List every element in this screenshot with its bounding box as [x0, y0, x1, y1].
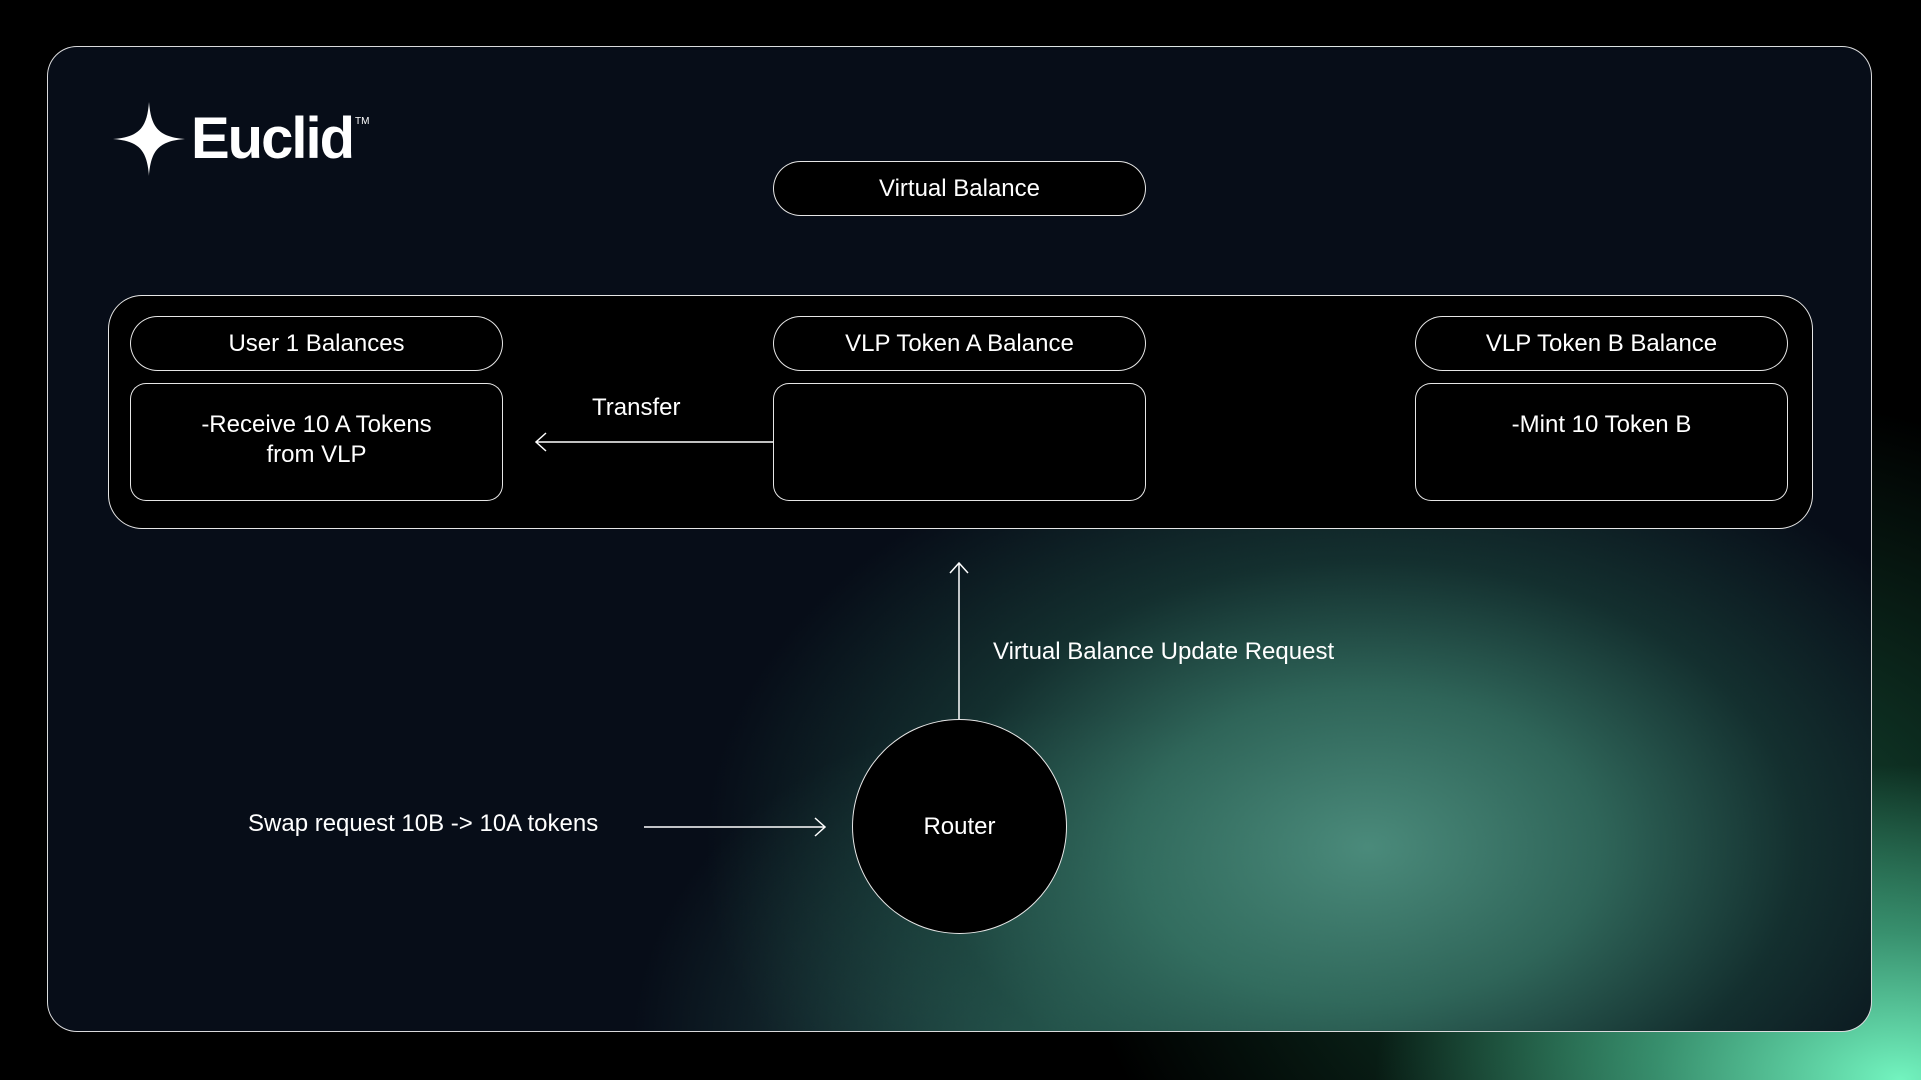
transfer-label: Transfer: [592, 394, 681, 421]
vlp-token-b-balance-header-text: VLP Token B Balance: [1485, 329, 1718, 357]
router-node: Router: [852, 719, 1067, 934]
user-1-balances-box: -Receive 10 A Tokens from VLP: [130, 383, 503, 501]
virtual-balance-title-text: Virtual Balance: [879, 174, 1040, 202]
vlp-token-a-balance-header: VLP Token A Balance: [773, 316, 1146, 371]
update-request-label: Virtual Balance Update Request: [993, 638, 1335, 665]
user-1-balances-line-1: -Receive 10 A Tokens: [201, 411, 432, 438]
vlp-token-b-balance-header: VLP Token B Balance: [1415, 316, 1788, 371]
vlp-token-b-balance-line-1: -Mint 10 Token B: [1511, 411, 1692, 438]
slide-background: Euclid TM Virtual Balance User 1 Balance…: [0, 0, 1921, 1080]
router-label: Router: [923, 812, 996, 840]
brand-name: Euclid: [191, 106, 355, 171]
user-1-balances-header-text: User 1 Balances: [228, 329, 405, 357]
swap-request-label: Swap request 10B -> 10A tokens: [248, 810, 599, 837]
trademark-mark: TM: [355, 116, 370, 127]
virtual-balance-title: Virtual Balance: [773, 161, 1146, 216]
user-1-balances-line-2: from VLP: [266, 441, 367, 468]
vlp-token-a-balance-header-text: VLP Token A Balance: [845, 329, 1074, 357]
four-point-star-icon: [113, 102, 185, 176]
vlp-token-b-balance-box: -Mint 10 Token B: [1415, 383, 1788, 501]
user-1-balances-header: User 1 Balances: [130, 316, 503, 371]
vlp-token-a-balance-box: [773, 383, 1146, 501]
euclid-logo: Euclid TM: [113, 102, 369, 176]
